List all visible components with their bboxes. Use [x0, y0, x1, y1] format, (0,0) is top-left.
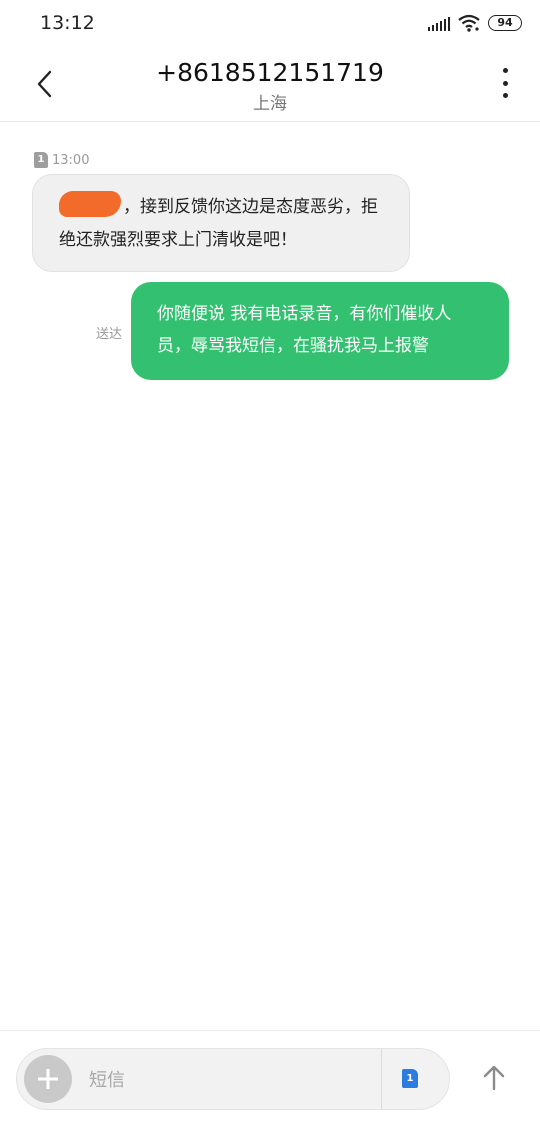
composer-field-container: 1: [16, 1048, 450, 1110]
outgoing-message-line-1: 你随便说 我有电话录音，有你们催收人: [157, 304, 452, 324]
arrow-up-icon: [483, 1065, 505, 1091]
message-meta: 1 13:00: [34, 152, 89, 168]
incoming-message-text-1: ，接到反馈你这边是态度恶劣，拒: [123, 197, 378, 217]
incoming-message-line-2: 绝还款强烈要求上门清收是吧！: [59, 230, 297, 250]
contact-location: 上海: [253, 94, 287, 114]
signal-icon: [428, 15, 450, 31]
status-bar: 13:12 94: [0, 0, 540, 48]
divider: [381, 1049, 382, 1109]
sim-card-icon: 1: [34, 152, 48, 168]
outgoing-message-line-2: 员，辱骂我短信，在骚扰我马上报警: [157, 336, 429, 356]
status-time: 13:12: [40, 12, 95, 34]
more-options-button[interactable]: [498, 68, 512, 98]
contact-number: +8618512151719: [156, 58, 384, 87]
sim-select-button[interactable]: 1: [402, 1069, 418, 1088]
send-button[interactable]: [478, 1062, 510, 1094]
delivery-status: 送达: [96, 327, 123, 342]
incoming-message-bubble[interactable]: ，接到反馈你这边是态度恶劣，拒 绝还款强烈要求上门清收是吧！: [32, 174, 410, 272]
redaction-mark: [59, 191, 121, 217]
add-attachment-button[interactable]: [24, 1055, 72, 1103]
conversation-header: +8618512151719 上海: [0, 48, 540, 122]
wifi-icon: [458, 14, 480, 32]
incoming-message-line-1: ，接到反馈你这边是态度恶劣，拒: [59, 191, 389, 224]
message-time: 13:00: [52, 152, 90, 168]
battery-icon: 94: [488, 15, 522, 31]
message-input[interactable]: [89, 1065, 369, 1095]
status-icons: 94: [428, 14, 522, 32]
outgoing-message-bubble[interactable]: 你随便说 我有电话录音，有你们催收人 员，辱骂我短信，在骚扰我马上报警: [131, 282, 509, 380]
composer-bar: 1: [0, 1030, 540, 1124]
more-vertical-icon: [502, 68, 508, 73]
